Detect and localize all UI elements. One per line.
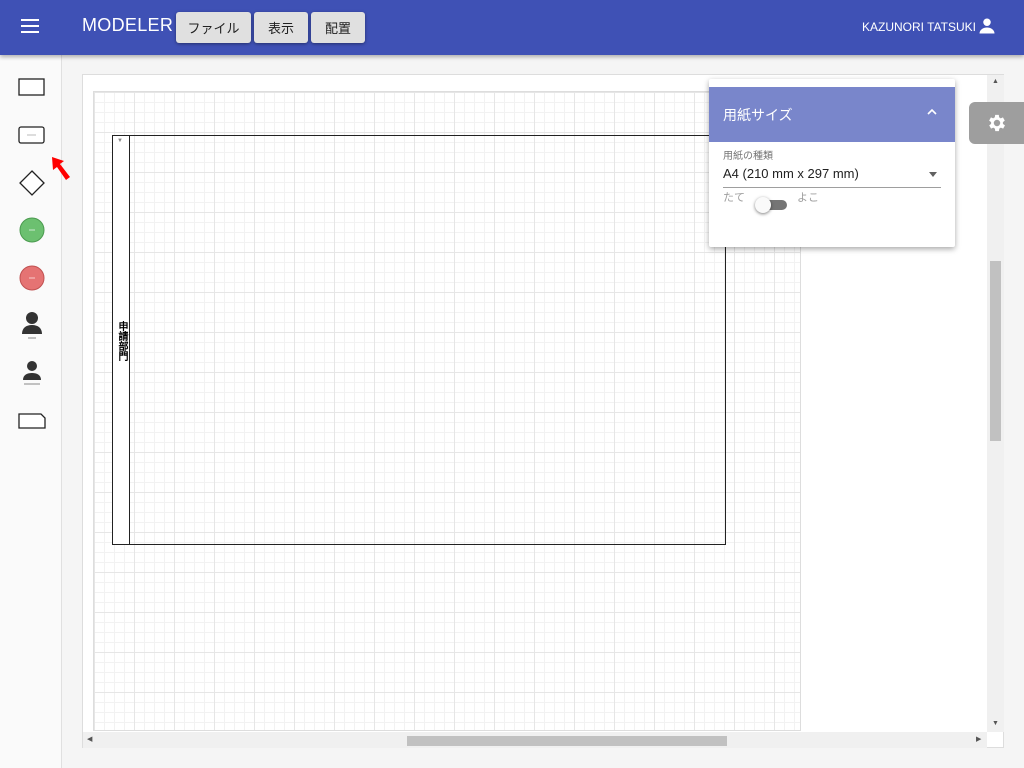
portrait-label: たて: [723, 191, 745, 204]
toggle-knob: [755, 197, 771, 213]
dropdown-caret-icon: [929, 172, 937, 177]
horizontal-scroll-thumb[interactable]: [407, 736, 727, 746]
palette-diamond[interactable]: [14, 165, 50, 201]
orientation-toggle[interactable]: [755, 197, 787, 213]
document-icon: [18, 413, 46, 429]
pointer-arrow-icon: [52, 157, 70, 180]
swimlane-label: 申請部門: [116, 321, 127, 361]
panel-title: 用紙サイズ: [723, 108, 793, 124]
palette-rounded-rect[interactable]: [14, 117, 50, 153]
paper-type-label: 用紙の種類: [723, 151, 773, 162]
scroll-left-icon[interactable]: ◀: [87, 735, 92, 743]
scroll-right-icon[interactable]: ▶: [976, 735, 981, 743]
palette-end-circle[interactable]: [14, 260, 50, 296]
view-menu-button[interactable]: 表示: [254, 12, 308, 43]
file-menu-button[interactable]: ファイル: [176, 12, 251, 43]
person-icon: [22, 312, 42, 339]
vertical-scrollbar[interactable]: ▲ ▼: [987, 75, 1004, 732]
red-circle-icon: [19, 265, 45, 291]
diamond-icon: [19, 170, 45, 196]
paper-type-value: A4 (210 mm x 297 mm): [723, 166, 859, 181]
horizontal-scrollbar[interactable]: ◀ ▶: [83, 732, 987, 748]
palette-start-circle[interactable]: [14, 212, 50, 248]
swimlane-header[interactable]: ▼ 申請部門: [113, 136, 130, 544]
chevron-up-icon[interactable]: [925, 105, 939, 119]
arrange-menu-button[interactable]: 配置: [311, 12, 365, 43]
settings-button[interactable]: [969, 102, 1024, 144]
green-circle-icon: [19, 217, 45, 243]
paper-type-select[interactable]: A4 (210 mm x 297 mm): [723, 164, 941, 188]
person-icon: [23, 361, 41, 385]
paper-size-panel-header[interactable]: 用紙サイズ: [709, 87, 955, 142]
palette-person[interactable]: [14, 308, 50, 344]
menu-icon[interactable]: [21, 19, 39, 33]
scroll-up-icon[interactable]: ▲: [992, 78, 999, 85]
gear-icon: [988, 114, 1005, 132]
app-bar: MODELER ファイル 表示 配置 KAZUNORI TATSUKI: [0, 0, 1024, 55]
paper-size-panel: 用紙サイズ 用紙の種類 A4 (210 mm x 297 mm) たて よこ: [709, 79, 955, 247]
user-name[interactable]: KAZUNORI TATSUKI: [862, 20, 976, 34]
palette-person-small[interactable]: [14, 355, 50, 391]
paper-sheet[interactable]: ▼ 申請部門: [93, 91, 801, 731]
rectangle-icon: [18, 78, 45, 96]
app-title: MODELER: [82, 15, 174, 35]
swimlane[interactable]: ▼ 申請部門: [112, 135, 726, 545]
account-icon[interactable]: [978, 17, 996, 35]
shape-palette: [0, 55, 70, 768]
palette-rectangle[interactable]: [14, 69, 50, 105]
vertical-scroll-thumb[interactable]: [990, 261, 1001, 441]
landscape-label: よこ: [797, 191, 819, 204]
palette-document[interactable]: [14, 403, 50, 439]
collapse-icon[interactable]: ▼: [117, 138, 123, 144]
rounded-rect-icon: [18, 126, 45, 144]
scroll-down-icon[interactable]: ▼: [992, 720, 999, 727]
